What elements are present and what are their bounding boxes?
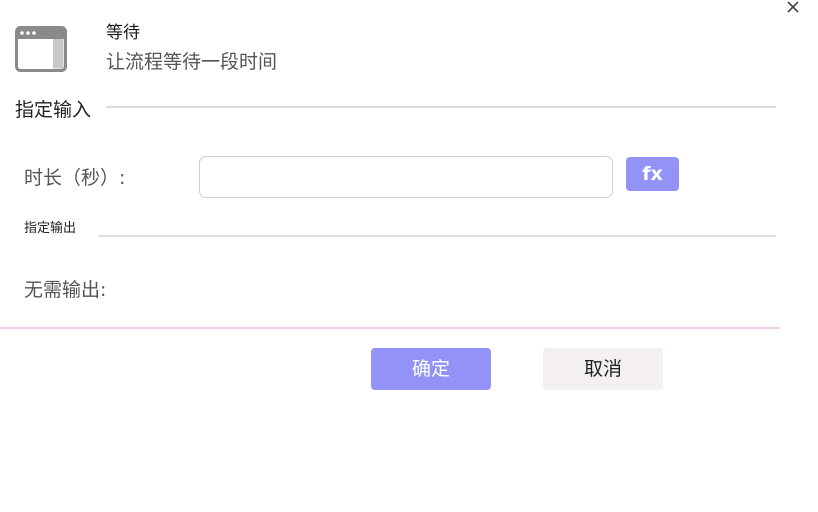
dialog-subtitle: 让流程等待一段时间 <box>106 51 278 73</box>
window-icon <box>15 26 67 72</box>
no-output-label: 无需输出: <box>24 279 107 301</box>
close-icon <box>787 1 799 13</box>
input-section-title: 指定输入 <box>15 99 92 121</box>
duration-input[interactable] <box>199 156 613 198</box>
output-section-title: 指定输出 <box>24 221 77 236</box>
wait-dialog: 等待 让流程等待一段时间 指定输入 时长（秒）: fx 指定输出 无需输出: 确… <box>0 0 818 512</box>
duration-label: 时长（秒）: <box>24 167 126 189</box>
dialog-title: 等待 <box>106 23 140 43</box>
output-section-divider <box>98 235 776 237</box>
footer-divider <box>0 327 780 329</box>
fx-button[interactable]: fx <box>626 157 679 191</box>
input-section-divider <box>106 106 776 108</box>
confirm-button[interactable]: 确定 <box>371 348 491 390</box>
cancel-button[interactable]: 取消 <box>543 348 663 390</box>
close-button[interactable] <box>783 0 803 16</box>
